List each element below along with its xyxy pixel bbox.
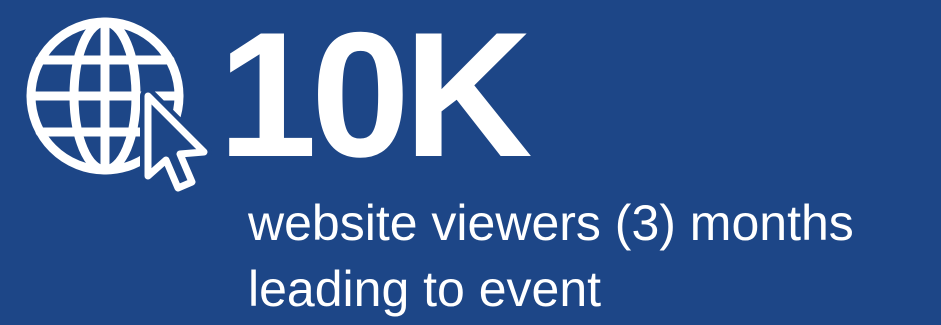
stat-caption: website viewers (3) months leading to ev… [248,190,854,322]
stat-card: 10K website viewers (3) months leading t… [0,0,941,325]
stat-caption-line-1: website viewers (3) months [248,195,854,251]
stat-value: 10K [218,0,533,194]
stat-caption-line-2: leading to event [248,261,602,317]
globe-cursor-icon [26,17,212,196]
